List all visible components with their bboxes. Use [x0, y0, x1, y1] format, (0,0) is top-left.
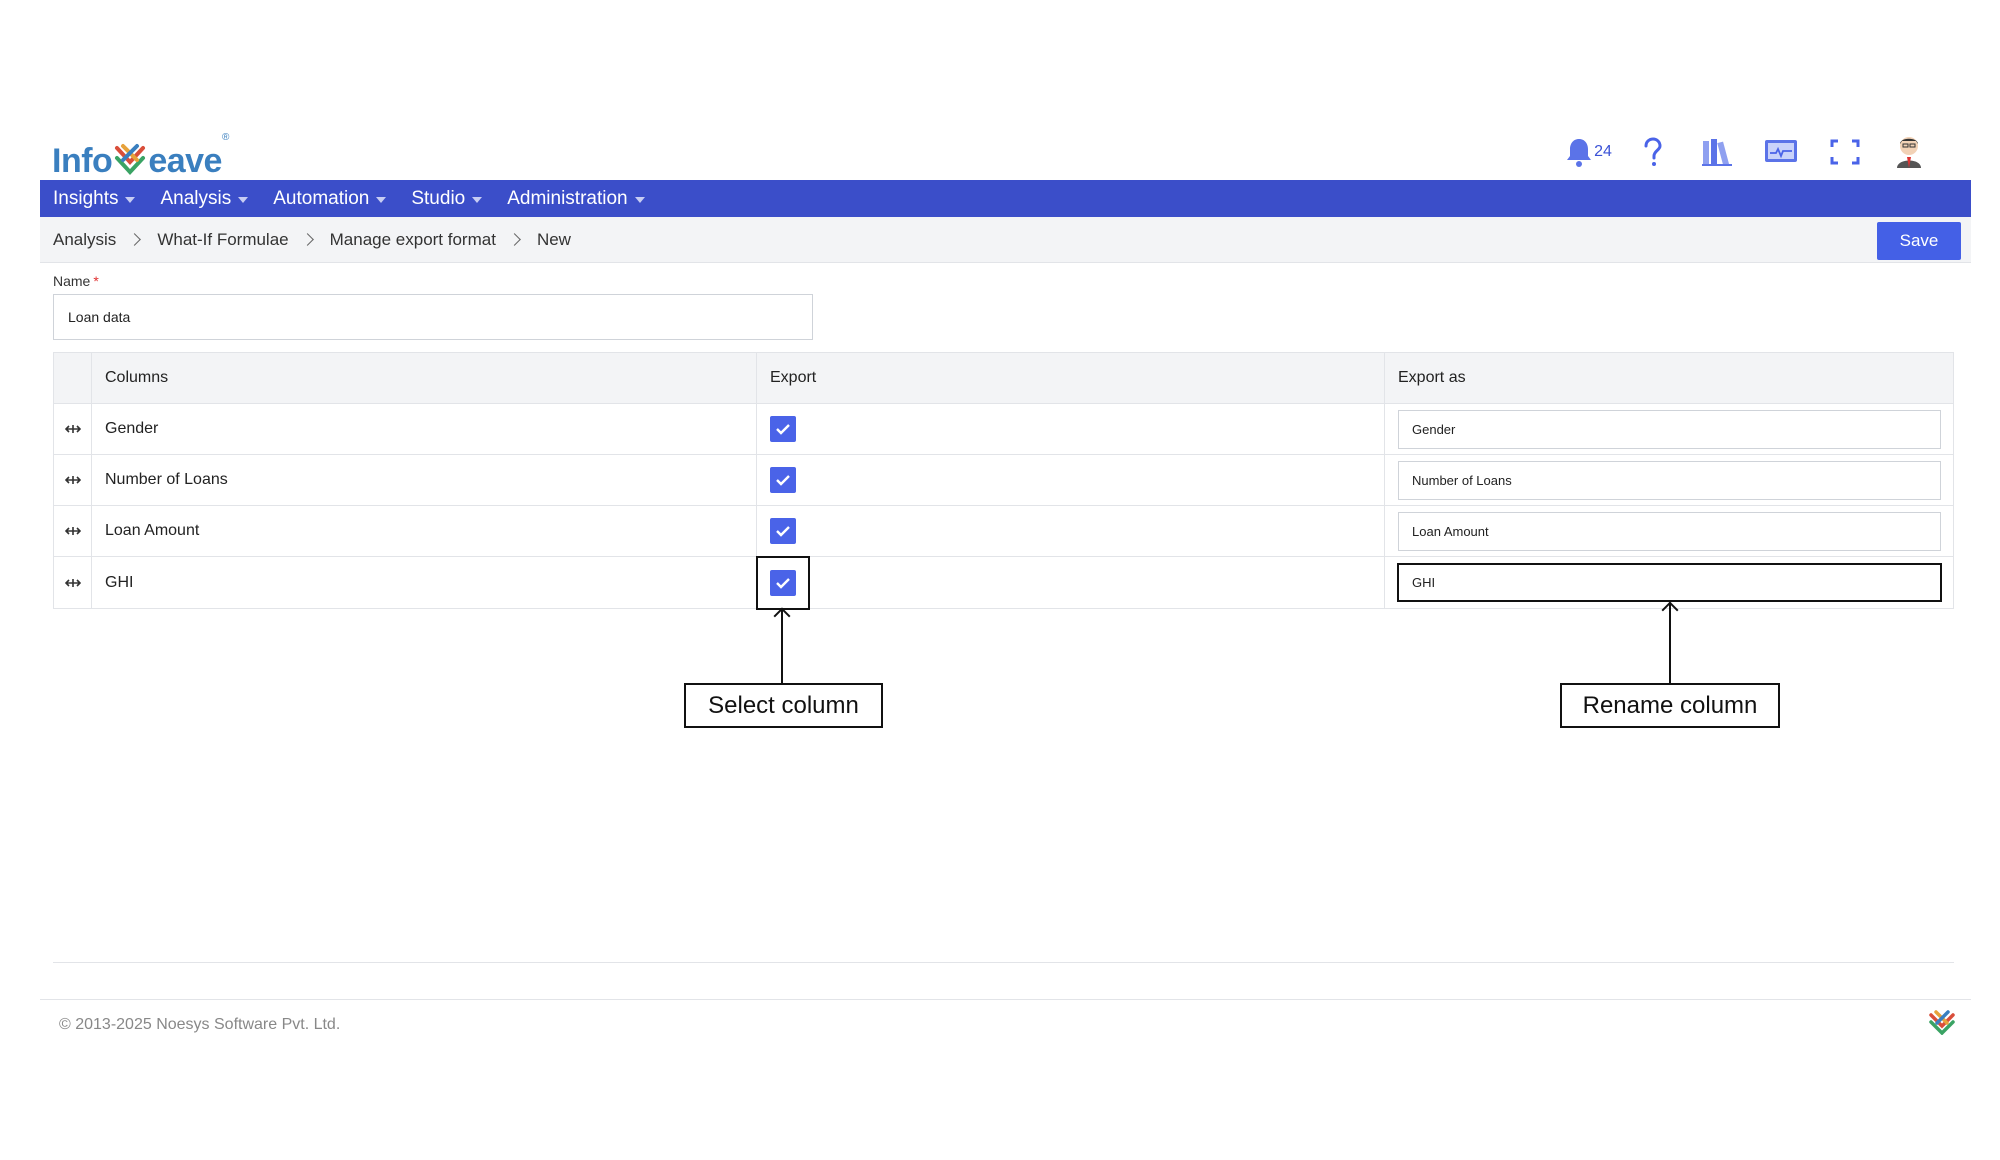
nav-studio[interactable]: Studio — [411, 187, 483, 210]
chevron-down-icon — [238, 197, 249, 203]
check-icon — [776, 475, 790, 486]
logo-text-left: Info — [52, 142, 113, 180]
export-as-input-highlighted[interactable] — [1397, 563, 1942, 602]
select-column-callout: Select column — [684, 683, 883, 728]
library-icon — [1702, 139, 1732, 166]
export-cell — [757, 506, 1385, 556]
arrow-head-icon — [773, 607, 791, 625]
check-icon — [776, 424, 790, 435]
drag-column-header — [54, 353, 92, 403]
chevron-right-icon — [508, 233, 521, 246]
user-avatar — [1897, 137, 1921, 168]
export-cell — [757, 404, 1385, 454]
drag-move-icon — [64, 476, 81, 484]
main-nav: Insights Analysis Automation Studio Admi… — [40, 180, 1971, 217]
nav-insights[interactable]: Insights — [53, 187, 136, 210]
export-header: Export — [757, 353, 1385, 403]
export-checkbox[interactable] — [770, 518, 796, 544]
column-name: Gender — [92, 404, 757, 454]
nav-automation[interactable]: Automation — [273, 187, 387, 210]
nav-administration[interactable]: Administration — [507, 187, 645, 210]
infoveave-logo[interactable]: Info eave ® — [52, 128, 229, 178]
help-button[interactable] — [1621, 128, 1685, 176]
name-label: Name * — [53, 273, 99, 289]
logo-weave-mark-icon — [115, 144, 146, 175]
export-as-cell — [1385, 404, 1953, 454]
check-icon — [776, 526, 790, 537]
export-cell — [757, 455, 1385, 505]
breadcrumb-new: New — [536, 229, 571, 249]
chevron-down-icon — [125, 197, 136, 203]
export-as-cell — [1385, 455, 1953, 505]
breadcrumb-analysis[interactable]: Analysis — [53, 230, 116, 250]
drag-handle[interactable] — [54, 557, 92, 608]
monitor-button[interactable] — [1749, 128, 1813, 176]
notification-count: 24 — [1594, 143, 1612, 160]
monitor-icon — [1765, 140, 1797, 162]
drag-handle[interactable] — [54, 506, 92, 556]
highlighted-checkbox-frame — [756, 555, 810, 610]
name-field[interactable] — [53, 294, 813, 340]
logo-text-right: eave — [148, 142, 222, 180]
footer-logo-icon — [1929, 1010, 1955, 1035]
divider — [53, 962, 1954, 963]
table-row: Gender — [54, 404, 1953, 455]
export-checkbox[interactable] — [770, 569, 796, 596]
export-as-input[interactable] — [1398, 511, 1941, 551]
drag-move-icon — [64, 425, 81, 433]
export-as-input[interactable] — [1398, 409, 1941, 449]
export-as-header: Export as — [1398, 369, 1466, 386]
copyright-text: © 2013-2025 Noesys Software Pvt. Ltd. — [59, 1016, 341, 1033]
columns-header: Columns — [92, 353, 757, 403]
divider — [40, 999, 1971, 1000]
drag-move-icon — [64, 578, 81, 587]
chevron-right-icon — [300, 233, 314, 246]
user-avatar-button[interactable] — [1877, 128, 1941, 176]
table-row: Number of Loans — [54, 455, 1953, 506]
export-checkbox[interactable] — [770, 416, 796, 442]
check-icon — [776, 577, 790, 589]
table-row: GHI — [54, 555, 1953, 610]
breadcrumb-what-if-formulae[interactable]: What-If Formulae — [157, 230, 288, 250]
column-name: Number of Loans — [92, 455, 757, 505]
export-as-cell — [1385, 506, 1953, 556]
chevron-right-icon — [128, 233, 142, 246]
nav-insights-label: Insights — [53, 187, 119, 209]
table-header-row: Columns Export Export as — [54, 353, 1953, 404]
drag-handle[interactable] — [54, 404, 92, 454]
nav-administration-label: Administration — [507, 187, 628, 209]
chevron-down-icon — [472, 197, 483, 203]
nav-analysis[interactable]: Analysis — [160, 187, 249, 210]
export-cell — [756, 555, 1385, 610]
name-label-text: Name — [53, 273, 91, 289]
table-row: Loan Amount — [54, 506, 1953, 557]
export-as-input[interactable] — [1398, 460, 1941, 500]
drag-handle[interactable] — [54, 455, 92, 505]
header-icons: 24 — [1557, 128, 1941, 176]
required-mark: * — [93, 273, 99, 289]
chevron-down-icon — [376, 197, 387, 203]
nav-studio-label: Studio — [411, 187, 466, 209]
export-columns-table: Columns Export Export as Gender Number o… — [53, 352, 1954, 610]
chevron-down-icon — [634, 197, 645, 203]
export-as-cell — [1385, 557, 1953, 608]
nav-automation-label: Automation — [273, 187, 370, 209]
rename-column-callout: Rename column — [1560, 683, 1780, 728]
notifications-button[interactable]: 24 — [1557, 128, 1621, 176]
column-name: Loan Amount — [92, 506, 757, 556]
fullscreen-button[interactable] — [1813, 128, 1877, 176]
column-name: GHI — [92, 557, 757, 608]
breadcrumb-manage-export-format[interactable]: Manage export format — [330, 230, 496, 250]
library-button[interactable] — [1685, 128, 1749, 176]
drag-move-icon — [64, 527, 81, 535]
help-icon — [1644, 137, 1662, 166]
breadcrumb: Analysis What-If Formulae Manage export … — [40, 217, 1971, 263]
top-header: Info eave ® 24 — [40, 120, 1971, 180]
fullscreen-icon — [1830, 139, 1860, 165]
registered-mark: ® — [221, 132, 230, 143]
save-button[interactable]: Save — [1877, 222, 1961, 260]
export-checkbox[interactable] — [770, 467, 796, 493]
nav-analysis-label: Analysis — [160, 187, 232, 209]
bell-icon — [1567, 139, 1592, 167]
